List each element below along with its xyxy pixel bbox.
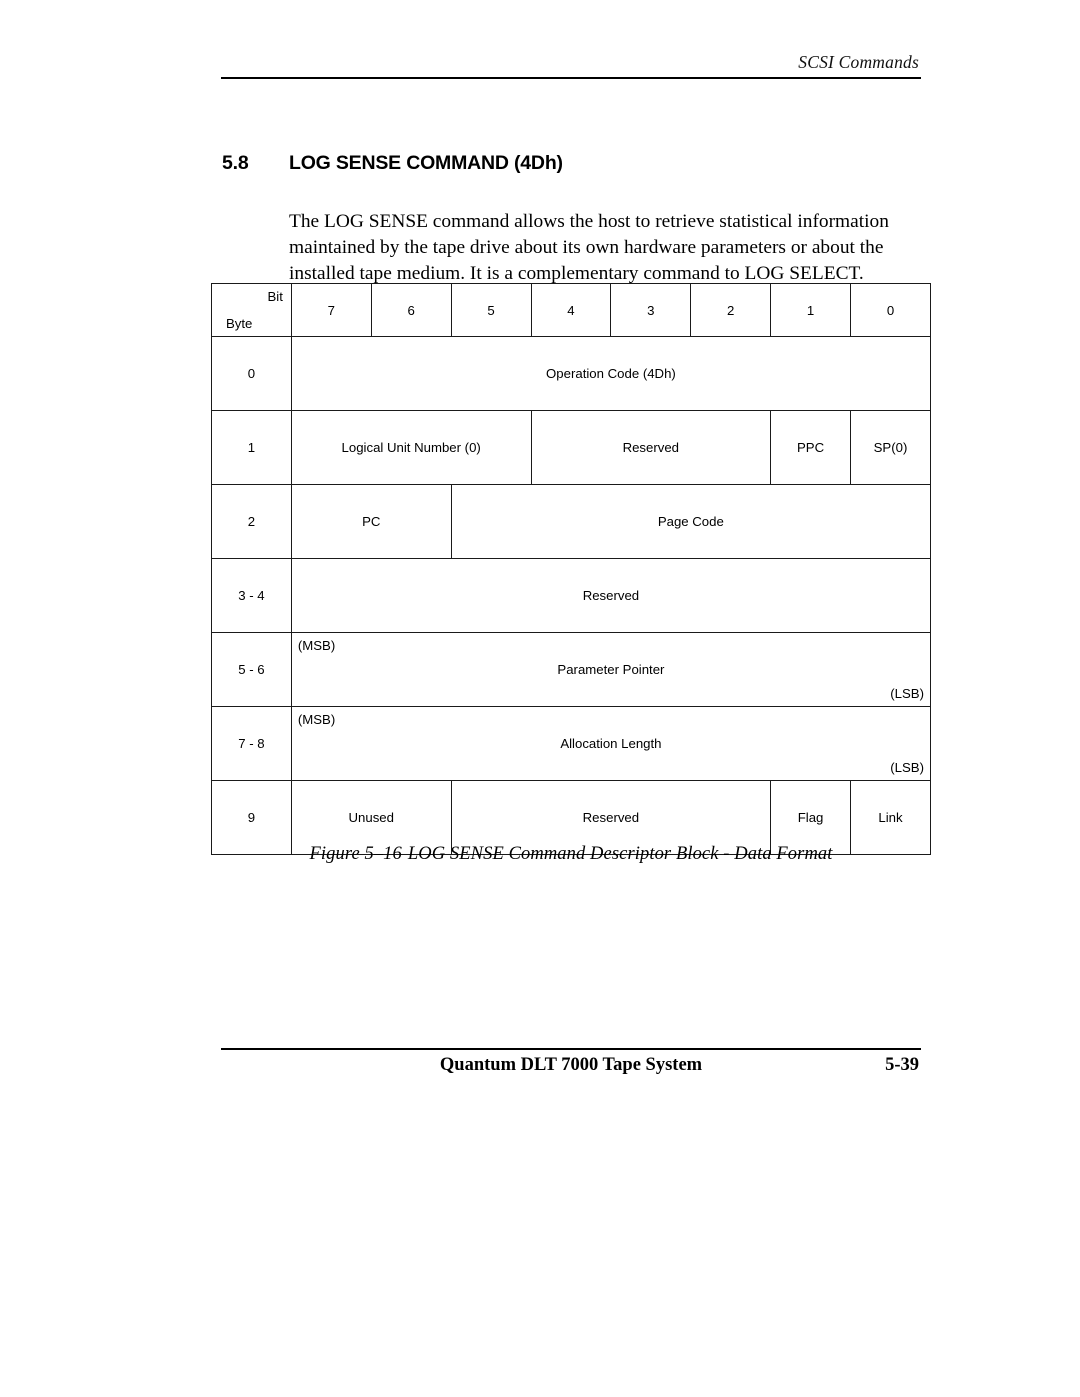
bit-header-4: 4	[530, 283, 612, 337]
byte-label-cell: 3 - 4	[211, 558, 292, 633]
bit-header-7: 7	[290, 283, 372, 337]
bit-axis-label: Bit	[267, 289, 283, 304]
field-cell: SP(0)	[850, 410, 931, 485]
table-row: 5 - 6 (MSB) Parameter Pointer (LSB)	[211, 632, 932, 707]
figure-label: Figure 5–16	[309, 844, 402, 864]
footer-rule	[221, 1048, 921, 1050]
byte-label-cell: 7 - 8	[211, 706, 292, 781]
bit-header-5: 5	[450, 283, 532, 337]
running-header-title: SCSI Commands	[798, 52, 919, 72]
field-cell: Logical Unit Number (0)	[290, 410, 532, 485]
page-footer: Quantum DLT 7000 Tape System 5-39	[221, 1048, 921, 1085]
byte-axis-label: Byte	[226, 316, 253, 331]
section-title: LOG SENSE COMMAND (4Dh)	[289, 152, 563, 174]
footer-document-title: Quantum DLT 7000 Tape System	[439, 1055, 703, 1075]
table-row: 2 PC Page Code	[211, 484, 932, 559]
msb-marker: (MSB)	[297, 638, 336, 653]
section-body-paragraph: The LOG SENSE command allows the host to…	[289, 211, 889, 284]
bit-header-6: 6	[370, 283, 452, 337]
document-page: SCSI Commands 5.8 LOG SENSE COMMAND (4Dh)…	[0, 0, 1080, 1397]
bit-header-2: 2	[690, 283, 772, 337]
field-cell: Reserved	[530, 410, 772, 485]
byte-label-cell: 0	[211, 336, 292, 411]
table-row: 1 Logical Unit Number (0) Reserved PPC SP(0)	[211, 410, 931, 485]
byte-label-cell: 5 - 6	[211, 632, 292, 707]
figure-caption: Figure 5–16 LOG SENSE Command Descriptor …	[211, 844, 931, 865]
figure-caption-text: LOG SENSE Command Descriptor Block - Dat…	[407, 844, 833, 864]
page-header: SCSI Commands	[221, 52, 921, 79]
table-row: 3 - 4 Reserved	[211, 558, 932, 633]
footer-page-number: 5-39	[885, 1055, 919, 1075]
table-row: 0 Operation Code (4Dh)	[211, 336, 932, 411]
bit-header-3: 3	[610, 283, 692, 337]
table-row: 7 - 8 (MSB) Allocation Length (LSB)	[211, 706, 932, 781]
field-cell: (MSB) Parameter Pointer (LSB)	[290, 632, 932, 707]
field-cell: Operation Code (4Dh)	[290, 336, 932, 411]
field-cell: PC	[290, 484, 452, 559]
field-label: Parameter Pointer	[557, 662, 665, 677]
cdb-data-format-table: Bit Byte 7 6 5 4 3 2 1 0 0 Operation Code…	[211, 283, 932, 855]
field-cell: Reserved	[290, 558, 932, 633]
msb-marker: (MSB)	[297, 712, 336, 727]
lsb-marker: (LSB)	[890, 686, 924, 701]
lsb-marker: (LSB)	[890, 760, 924, 775]
header-rule	[221, 77, 921, 79]
field-cell: PPC	[770, 410, 852, 485]
section-heading: 5.8 LOG SENSE COMMAND (4Dh)	[222, 152, 942, 175]
table-header-row: Bit Byte 7 6 5 4 3 2 1 0	[211, 283, 931, 337]
byte-label-cell: 1	[211, 410, 292, 485]
byte-label-cell: 2	[211, 484, 292, 559]
bit-header-1: 1	[770, 283, 852, 337]
bit-byte-corner-cell: Bit Byte	[211, 283, 292, 337]
section-number: 5.8	[222, 152, 249, 174]
field-label: Allocation Length	[560, 736, 662, 751]
bit-header-0: 0	[850, 283, 931, 337]
field-cell: Page Code	[450, 484, 932, 559]
field-cell: (MSB) Allocation Length (LSB)	[290, 706, 932, 781]
